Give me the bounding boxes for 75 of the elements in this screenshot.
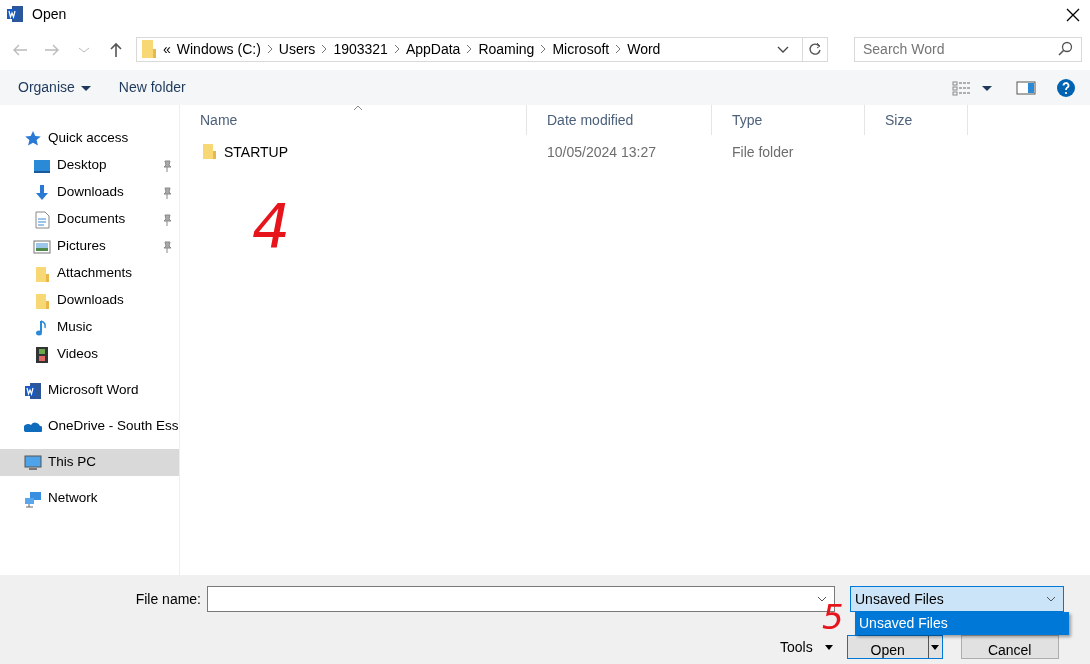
column-header[interactable]: Size [865, 105, 968, 135]
dropdown-option[interactable]: Unsaved Files [855, 612, 1069, 635]
organise-button[interactable]: Organise [10, 75, 99, 100]
document-icon [33, 210, 51, 229]
breadcrumb-item[interactable]: Users [278, 38, 316, 60]
sidebar-item[interactable]: Downloads [0, 179, 179, 206]
caret-icon [80, 85, 91, 91]
search-icon [1057, 41, 1073, 57]
pin-icon [161, 240, 173, 253]
folder-icon [200, 141, 218, 160]
file-type-dropdown[interactable]: Unsaved Files [850, 586, 1064, 612]
column-header[interactable]: Name [180, 105, 527, 135]
sidebar-item[interactable]: This PC [0, 449, 179, 476]
column-header[interactable]: Type [712, 105, 865, 135]
new-folder-button[interactable]: New folder [110, 75, 194, 100]
address-bar[interactable]: « Windows (C:) Users 1903321 AppData Roaming Microsoft Word [136, 36, 828, 62]
sidebar-item[interactable]: Attachments [0, 260, 179, 287]
breadcrumb-item[interactable]: Microsoft [552, 38, 610, 60]
cloud-icon [24, 421, 42, 432]
sidebar-item[interactable]: Pictures [0, 233, 179, 260]
chevron-icon [393, 44, 400, 54]
sidebar-item[interactable]: Network [0, 485, 179, 512]
window-title: Open [32, 4, 67, 24]
star-icon [24, 129, 42, 148]
network-icon [24, 489, 42, 508]
breadcrumb-item[interactable]: 1903321 [333, 38, 388, 60]
breadcrumb-item[interactable]: Roaming [478, 38, 535, 60]
close-icon [1066, 7, 1080, 22]
sidebar-item[interactable]: Documents [0, 206, 179, 233]
column-header[interactable]: Date modified [527, 105, 712, 135]
overflow-chevrons[interactable]: « [163, 38, 171, 60]
refresh-icon[interactable] [808, 42, 822, 56]
monitor-icon [24, 453, 42, 472]
sort-caret-icon [353, 105, 363, 111]
sidebar-item[interactable]: Desktop [0, 152, 179, 179]
file-cell: 10/05/2024 13:27 [547, 143, 656, 160]
breadcrumb-item[interactable]: AppData [405, 38, 461, 60]
breadcrumb-item[interactable]: Word [627, 38, 661, 60]
chevron-icon [466, 44, 473, 54]
word-icon [24, 381, 42, 400]
cancel-button[interactable]: Cancel [960, 635, 1059, 659]
handwritten-annotation: 5 [822, 600, 844, 634]
tools-button[interactable]: Tools [778, 636, 835, 658]
chevron-icon [540, 44, 547, 54]
chevron-icon [615, 44, 622, 54]
up-arrow-icon[interactable] [108, 41, 124, 58]
film-icon [33, 345, 51, 364]
chevron-icon [321, 44, 328, 54]
file-cell: File folder [732, 143, 794, 160]
file-name[interactable]: STARTUP [224, 141, 289, 163]
pin-icon [161, 159, 173, 172]
caret-icon [824, 644, 833, 650]
sidebar-item[interactable]: Downloads [0, 287, 179, 314]
picture-icon [33, 237, 51, 256]
handwritten-annotation: 4 [252, 196, 291, 256]
search-field[interactable]: Search Word [854, 36, 1082, 62]
sidebar-item[interactable]: Videos [0, 341, 179, 368]
pin-icon [161, 213, 173, 226]
caret-icon [931, 644, 940, 650]
sidebar-item[interactable]: Microsoft Word [0, 377, 179, 404]
preview-pane-icon[interactable] [1016, 80, 1036, 97]
sidebar-item[interactable]: Music [0, 314, 179, 341]
folder-icon [141, 39, 157, 59]
folder-icon [33, 264, 51, 283]
word-icon [6, 5, 24, 23]
field-label: File name: [134, 589, 202, 609]
chevron-icon [266, 44, 273, 54]
breadcrumb-item[interactable]: Windows (C:) [176, 38, 261, 60]
help-icon[interactable] [1056, 78, 1076, 99]
download-arrow-icon [33, 183, 51, 202]
folder-icon [33, 291, 51, 310]
open-button[interactable]: Open [846, 635, 943, 659]
sidebar-item[interactable]: Quick access [0, 125, 179, 152]
sidebar-item[interactable]: OneDrive - South Ess [0, 413, 179, 440]
pin-icon [161, 186, 173, 199]
